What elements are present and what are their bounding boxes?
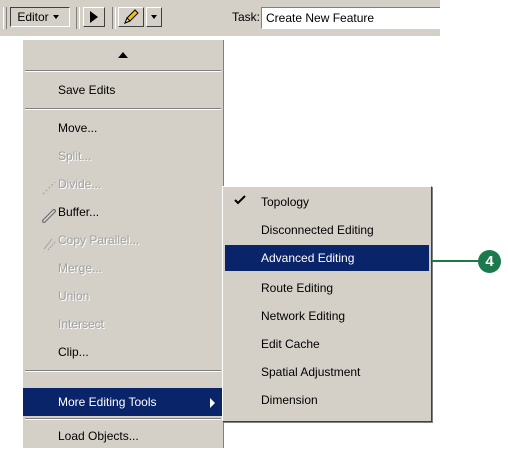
toolbar-grip[interactable] <box>3 7 7 29</box>
toolbar-separator <box>112 7 116 29</box>
menu-item-label: Copy Parallel... <box>58 233 140 247</box>
menu-item-label: Intersect <box>58 317 105 331</box>
menu-item-copy-parallel[interactable]: Copy Parallel... <box>23 226 223 254</box>
copy-parallel-icon <box>43 238 57 251</box>
menu-item-intersect[interactable]: Intersect <box>23 310 223 338</box>
menu-item-label: Save Edits <box>58 83 116 97</box>
menu-item-buffer[interactable]: Buffer... <box>23 198 223 226</box>
arrow-pointer-icon <box>90 11 98 23</box>
callout-leader-line <box>432 260 480 262</box>
menu-item-label: Divide... <box>58 177 102 191</box>
edit-tool-button[interactable] <box>83 7 105 27</box>
menu-item-label: Buffer... <box>58 205 100 219</box>
submenu-arrow-icon <box>210 398 215 408</box>
sketch-tool-dropdown[interactable] <box>146 7 162 27</box>
menu-separator <box>25 70 221 72</box>
sketch-tool-button[interactable] <box>118 7 144 27</box>
menu-item-label: Load Objects... <box>58 429 139 443</box>
submenu-item-label: Advanced Editing <box>261 251 355 265</box>
menu-item-load-objects[interactable]: Load Objects... <box>23 422 223 450</box>
submenu-item-label: Dimension <box>261 393 318 407</box>
editor-menu-button[interactable]: Editor <box>10 7 70 27</box>
pencil-icon <box>124 9 139 24</box>
submenu-item-network-editing[interactable]: Network Editing <box>225 303 429 329</box>
buffer-icon <box>42 209 56 223</box>
editor-menu-label: Editor <box>17 10 49 24</box>
submenu-item-label: Route Editing <box>261 281 334 295</box>
menu-item-label: Move... <box>58 121 98 135</box>
submenu-item-label: Network Editing <box>261 309 346 323</box>
checkmark-icon <box>234 195 246 205</box>
menu-item-label: Clip... <box>58 345 89 359</box>
submenu-item-disconnected-editing[interactable]: Disconnected Editing <box>225 217 429 243</box>
menu-item-union[interactable]: Union <box>23 282 223 310</box>
menu-item-save-edits[interactable]: Save Edits <box>23 76 223 104</box>
step-callout-badge: 4 <box>478 250 501 273</box>
submenu-item-dimension[interactable]: Dimension <box>225 387 429 413</box>
editor-menu: Save Edits Move... Split... Divide... Bu… <box>22 40 224 448</box>
submenu-item-label: Disconnected Editing <box>261 223 374 237</box>
menu-item-label: Merge... <box>58 261 103 275</box>
menu-item-label: Union <box>58 289 90 303</box>
menu-scroll-up[interactable] <box>23 40 223 70</box>
more-editing-tools-submenu: Topology Disconnected Editing Advanced E… <box>222 186 432 422</box>
menu-item-label: Split... <box>58 149 92 163</box>
dropdown-arrow-icon <box>151 15 157 19</box>
submenu-item-edit-cache[interactable]: Edit Cache <box>225 331 429 357</box>
submenu-item-topology[interactable]: Topology <box>225 189 429 215</box>
submenu-item-advanced-editing[interactable]: Advanced Editing <box>225 245 429 271</box>
submenu-item-label: Edit Cache <box>261 337 320 351</box>
divide-icon <box>42 181 56 195</box>
submenu-item-label: Spatial Adjustment <box>261 365 361 379</box>
menu-item-more-editing-tools[interactable]: More Editing Tools <box>23 388 223 416</box>
toolbar-separator <box>76 7 80 29</box>
menu-item-move[interactable]: Move... <box>23 114 223 142</box>
menu-separator <box>25 370 221 372</box>
menu-item-label: More Editing Tools <box>58 395 157 409</box>
menu-separator <box>25 108 221 110</box>
task-dropdown[interactable]: Create New Feature <box>261 7 440 29</box>
dropdown-arrow-icon <box>52 15 59 19</box>
menu-item-divide[interactable]: Divide... <box>23 170 223 198</box>
task-label: Task: <box>232 10 261 24</box>
menu-separator <box>25 418 221 420</box>
submenu-item-label: Topology <box>261 195 310 209</box>
menu-item-clip[interactable]: Clip... <box>23 338 223 366</box>
submenu-item-route-editing[interactable]: Route Editing <box>225 275 429 301</box>
editor-toolbar: Editor Task: Create New Feature <box>0 0 440 36</box>
menu-item-merge[interactable]: Merge... <box>23 254 223 282</box>
menu-item-split[interactable]: Split... <box>23 142 223 170</box>
submenu-item-spatial-adjustment[interactable]: Spatial Adjustment <box>225 359 429 385</box>
scroll-up-icon <box>118 52 128 58</box>
